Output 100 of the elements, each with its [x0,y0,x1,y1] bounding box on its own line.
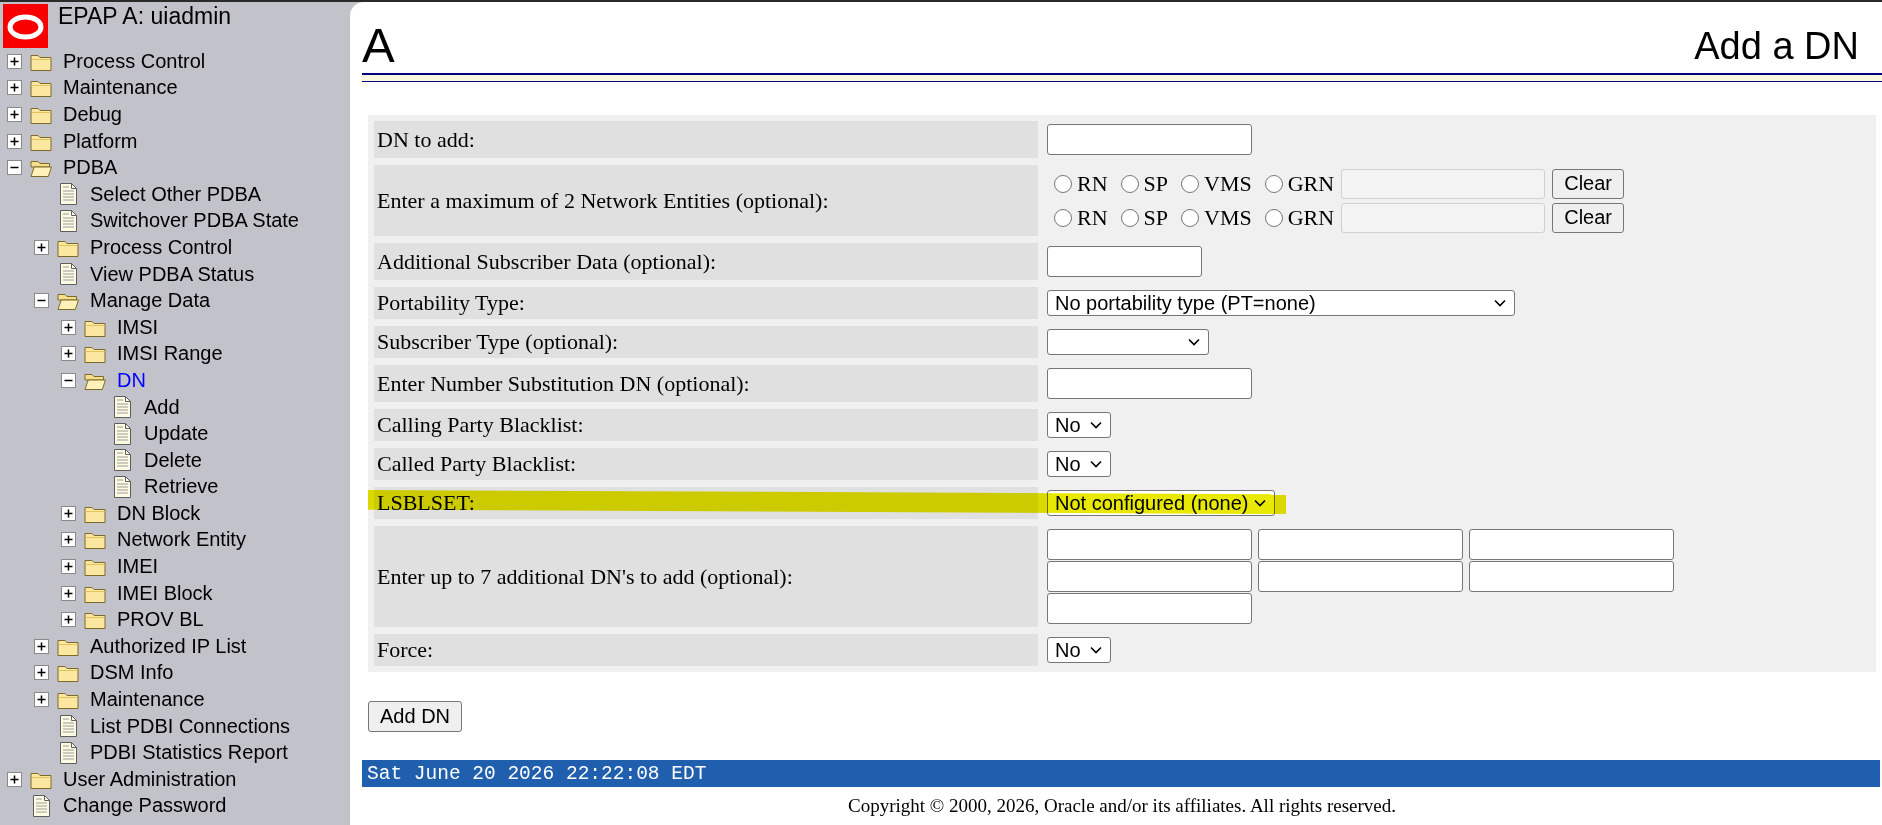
document-icon [112,475,132,498]
date-time-text: Sat June 20 2026 22:22:08 EDT [367,762,707,785]
document-icon [112,449,132,472]
tree-link[interactable]: IMSI Range [117,342,223,366]
folder-icon [84,557,106,577]
form-label: Subscriber Type (optional): [374,326,1038,358]
tree-link[interactable]: DN [117,368,146,392]
plus-box-icon[interactable] [7,80,22,96]
dropdown[interactable]: No [1047,451,1111,477]
text-field[interactable] [1047,246,1202,277]
add-dn-button[interactable]: Add DN [368,701,463,732]
tree-link[interactable]: List PDBI Connections [90,714,291,738]
open-folder-icon [57,291,79,311]
radio-button[interactable] [1181,208,1200,227]
text-field[interactable] [1469,561,1674,592]
document-icon [58,263,78,286]
tree-link[interactable]: DN Block [117,501,201,525]
radio-label: VMS [1204,204,1252,231]
dropdown[interactable]: No [1047,637,1111,663]
text-field[interactable] [1047,529,1252,560]
tree-link[interactable]: Delete [144,448,202,472]
tree-link[interactable]: Network Entity [117,528,246,552]
minus-box-icon[interactable] [61,372,76,388]
plus-box-icon[interactable] [34,692,49,708]
tree-link[interactable]: IMEI Block [117,581,213,605]
plus-box-icon[interactable] [7,771,22,787]
clear-button[interactable]: Clear [1552,202,1624,233]
tree-link[interactable]: Change Password [63,794,227,818]
form-label: Calling Party Blacklist: [374,409,1038,441]
plus-box-icon[interactable] [34,239,49,255]
tree-link[interactable]: IMSI [117,315,159,339]
minus-box-icon[interactable] [34,293,49,309]
radio-label: GRN [1287,170,1335,197]
plus-box-icon[interactable] [34,665,49,681]
radio-button[interactable] [1120,208,1139,227]
form-label: Portability Type: [374,287,1038,319]
tree-link[interactable]: IMEI [117,555,159,579]
document-icon [58,715,78,738]
tree-link[interactable]: PDBI Statistics Report [90,741,288,765]
radio-button[interactable] [1264,174,1283,193]
chevron-down-icon [1188,338,1200,346]
form-label: Enter up to 7 additional DN's to add (optional): [374,526,1038,627]
tree-link[interactable]: Process Control [63,49,206,73]
document-icon [58,183,78,206]
tree-link[interactable]: PDBA [63,156,118,180]
plus-box-icon[interactable] [34,638,49,654]
tree-link[interactable]: Add [144,395,180,419]
minus-box-icon[interactable] [7,160,22,176]
folder-icon [84,610,106,630]
plus-box-icon[interactable] [61,319,76,335]
plus-box-icon[interactable] [61,346,76,362]
tree-link[interactable]: Debug [63,103,122,126]
text-field[interactable] [1258,561,1463,592]
radio-button[interactable] [1181,174,1200,193]
plus-box-icon[interactable] [61,585,76,601]
folder-icon [57,690,79,710]
plus-box-icon[interactable] [7,107,22,122]
radio-label: GRN [1287,204,1335,231]
plus-box-icon[interactable] [61,559,76,575]
clear-button[interactable]: Clear [1552,168,1624,199]
tree-link[interactable]: Platform [63,129,138,153]
tree-link[interactable]: View PDBA Status [90,262,255,286]
radio-button[interactable] [1054,174,1072,193]
plus-box-icon[interactable] [7,133,22,149]
tree-link[interactable]: Process Control [90,235,233,259]
plus-box-icon[interactable] [61,532,76,548]
radio-label: SP [1143,204,1169,231]
tree-link[interactable]: Select Other PDBA [90,182,262,206]
tree-link[interactable]: Switchover PDBA State [90,209,299,233]
document-icon [58,209,78,232]
text-field[interactable] [1047,368,1252,399]
plus-box-icon[interactable] [61,612,76,628]
radio-button[interactable] [1264,208,1283,227]
text-field[interactable] [1047,124,1252,155]
tree-link[interactable]: DSM Info [90,661,174,685]
plus-box-icon[interactable] [61,505,76,521]
form-label: Additional Subscriber Data (optional): [374,243,1038,280]
tree-link[interactable]: PROV BL [117,608,204,632]
text-field[interactable] [1047,593,1252,624]
text-field[interactable] [1258,529,1463,560]
radio-button[interactable] [1120,174,1139,193]
text-field[interactable] [1047,561,1252,592]
dropdown[interactable] [1047,329,1209,355]
folder-icon [84,530,106,550]
tree-link[interactable]: Manage Data [90,289,211,313]
dropdown[interactable]: No [1047,412,1111,438]
tree-link[interactable]: Maintenance [90,688,205,712]
tree-link[interactable]: Maintenance [63,76,178,100]
text-field[interactable] [1469,529,1674,560]
dropdown[interactable]: No portability type (PT=none) [1047,290,1515,316]
area-heading: A [362,21,395,70]
tree-link[interactable]: Authorized IP List [90,634,247,658]
radio-button[interactable] [1054,208,1072,227]
tree-link[interactable]: Retrieve [144,475,219,499]
page-title: Add a DN [1694,27,1859,65]
plus-box-icon[interactable] [7,53,22,69]
chevron-down-icon [1090,421,1102,429]
tree-link[interactable]: User Administration [63,767,237,791]
document-icon [58,741,78,764]
tree-link[interactable]: Update [144,422,209,446]
